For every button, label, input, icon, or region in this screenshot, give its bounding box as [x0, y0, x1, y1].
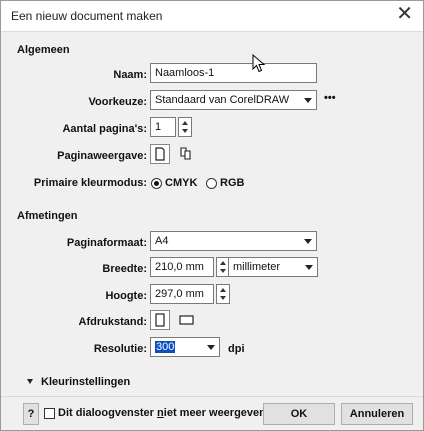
mouse-cursor-icon	[252, 54, 266, 73]
name-input[interactable]: Naamloos-1	[150, 63, 317, 83]
section-dimensions-heading: Afmetingen	[17, 210, 78, 222]
title-bar: Een nieuw document maken ✕	[1, 1, 423, 32]
pageview-label: Paginaweergave:	[57, 150, 147, 162]
more-options-icon[interactable]: •••	[324, 92, 336, 104]
portrait-icon	[155, 313, 165, 327]
ok-button[interactable]: OK	[263, 403, 335, 425]
orientation-label: Afdrukstand:	[78, 316, 147, 328]
section-general-heading: Algemeen	[17, 44, 70, 56]
color-settings-toggle[interactable]: Kleurinstellingen	[41, 376, 130, 388]
rgb-radio[interactable]	[206, 178, 217, 189]
rgb-label: RGB	[220, 177, 245, 189]
pagesize-label: Paginaformaat:	[66, 237, 147, 249]
cmyk-radio[interactable]	[151, 178, 162, 189]
stepper-up-icon[interactable]	[220, 288, 226, 292]
height-value: 297,0 mm	[155, 288, 204, 300]
pagesize-dropdown[interactable]: A4	[150, 231, 317, 251]
height-input[interactable]: 297,0 mm	[150, 284, 214, 304]
height-stepper[interactable]	[216, 284, 230, 304]
stepper-down-icon[interactable]	[220, 269, 226, 273]
cmyk-label: CMYK	[165, 177, 198, 189]
footer-divider	[1, 396, 423, 397]
pages-stepper[interactable]	[178, 117, 192, 137]
width-value: 210,0 mm	[155, 261, 204, 273]
height-label: Hoogte:	[105, 290, 147, 302]
stepper-down-icon[interactable]	[220, 296, 226, 300]
chevron-down-icon	[305, 265, 313, 270]
chevron-down-icon	[304, 98, 312, 103]
resolution-unit: dpi	[228, 343, 245, 355]
close-icon[interactable]: ✕	[396, 4, 413, 24]
unit-dropdown[interactable]: millimeter	[228, 257, 318, 277]
stepper-up-icon[interactable]	[182, 121, 188, 125]
name-value: Naamloos-1	[155, 67, 215, 79]
cancel-button[interactable]: Annuleren	[341, 403, 413, 425]
single-page-view-button[interactable]	[150, 144, 170, 164]
preset-value: Standaard van CorelDRAW	[155, 94, 290, 106]
multi-page-view-button[interactable]	[177, 144, 197, 164]
dialog-title: Een nieuw document maken	[11, 9, 163, 23]
unit-value: millimeter	[233, 261, 281, 273]
preset-dropdown[interactable]: Standaard van CorelDRAW	[150, 90, 317, 110]
colormode-label: Primaire kleurmodus:	[33, 177, 147, 189]
dont-show-label: Dit dialoogvenster niet meer weergeven	[58, 407, 266, 419]
chevron-down-icon	[304, 239, 312, 244]
landscape-button[interactable]	[177, 310, 197, 330]
landscape-icon	[179, 315, 194, 325]
pages-value: 1	[155, 121, 162, 133]
chevron-down-icon	[207, 345, 215, 350]
new-document-dialog: Een nieuw document maken ✕ Algemeen Naam…	[0, 0, 424, 431]
name-label: Naam:	[113, 69, 147, 81]
resolution-dropdown[interactable]: 300	[150, 337, 220, 357]
width-input[interactable]: 210,0 mm	[150, 257, 214, 277]
pages-label: Aantal pagina's:	[62, 123, 147, 135]
help-button[interactable]: ?	[23, 403, 39, 425]
resolution-label: Resolutie:	[93, 343, 147, 355]
stepper-up-icon[interactable]	[220, 261, 226, 265]
single-page-icon	[155, 147, 165, 161]
resolution-value: 300	[155, 341, 176, 353]
stepper-down-icon[interactable]	[182, 129, 188, 133]
preset-label: Voorkeuze:	[88, 96, 147, 108]
dont-show-checkbox[interactable]	[44, 408, 55, 419]
pages-input[interactable]: 1	[150, 117, 176, 137]
width-label: Breedte:	[102, 263, 147, 275]
pagesize-value: A4	[155, 235, 169, 247]
portrait-button[interactable]	[150, 310, 170, 330]
multi-page-icon	[180, 147, 191, 160]
expand-chevron-icon[interactable]	[27, 379, 33, 384]
